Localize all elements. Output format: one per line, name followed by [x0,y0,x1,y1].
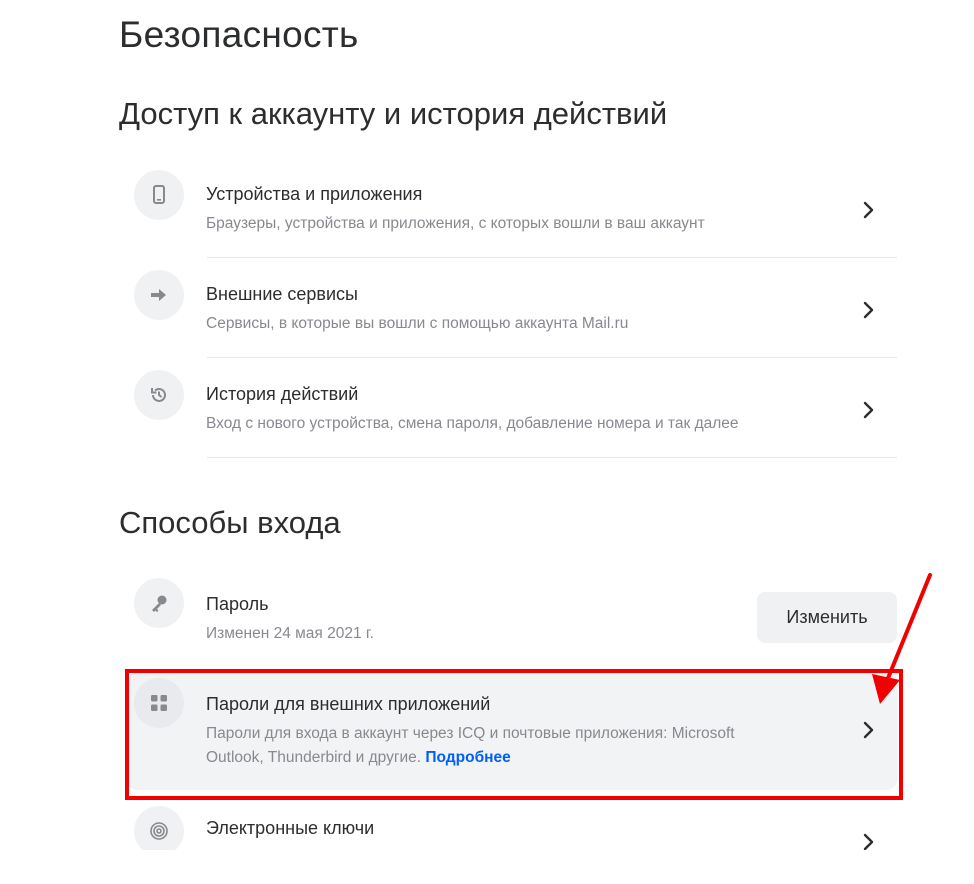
electronic-keys-title: Электронные ключи [206,818,375,838]
devices-and-apps-item[interactable]: Устройства и приложения Браузеры, устрой… [126,170,898,250]
history-title: История действий [206,384,359,404]
highlight-frame [125,669,903,800]
chevron-right-icon[interactable] [858,300,878,320]
external-services-item[interactable]: Внешние сервисы Сервисы, в которые вы во… [126,270,898,350]
password-subtitle: Изменен 24 мая 2021 г. [206,625,374,642]
section-title-login: Способы входа [119,505,341,540]
chevron-right-icon[interactable] [858,832,878,852]
section-title-access: Доступ к аккаунту и история действий [119,96,668,131]
divider [207,357,897,358]
devices-subtitle: Браузеры, устройства и приложения, с кот… [206,215,705,232]
key-icon [134,578,184,628]
phone-icon [134,170,184,220]
history-subtitle: Вход с нового устройства, смена пароля, … [206,415,739,432]
chevron-right-icon[interactable] [858,200,878,220]
page-bottom-edge [0,850,974,884]
activity-history-item[interactable]: История действий Вход с нового устройств… [126,370,898,450]
fingerprint-icon [134,806,184,856]
external-services-subtitle: Сервисы, в которые вы вошли с помощью ак… [206,315,629,332]
arrow-right-icon [134,270,184,320]
devices-title: Устройства и приложения [206,184,423,204]
chevron-right-icon[interactable] [858,400,878,420]
password-title: Пароль [206,594,269,614]
page-title: Безопасность [119,14,359,55]
divider [207,457,897,458]
divider [207,257,897,258]
annotation-arrow-icon [872,573,932,704]
external-services-title: Внешние сервисы [206,284,358,304]
history-icon [134,370,184,420]
